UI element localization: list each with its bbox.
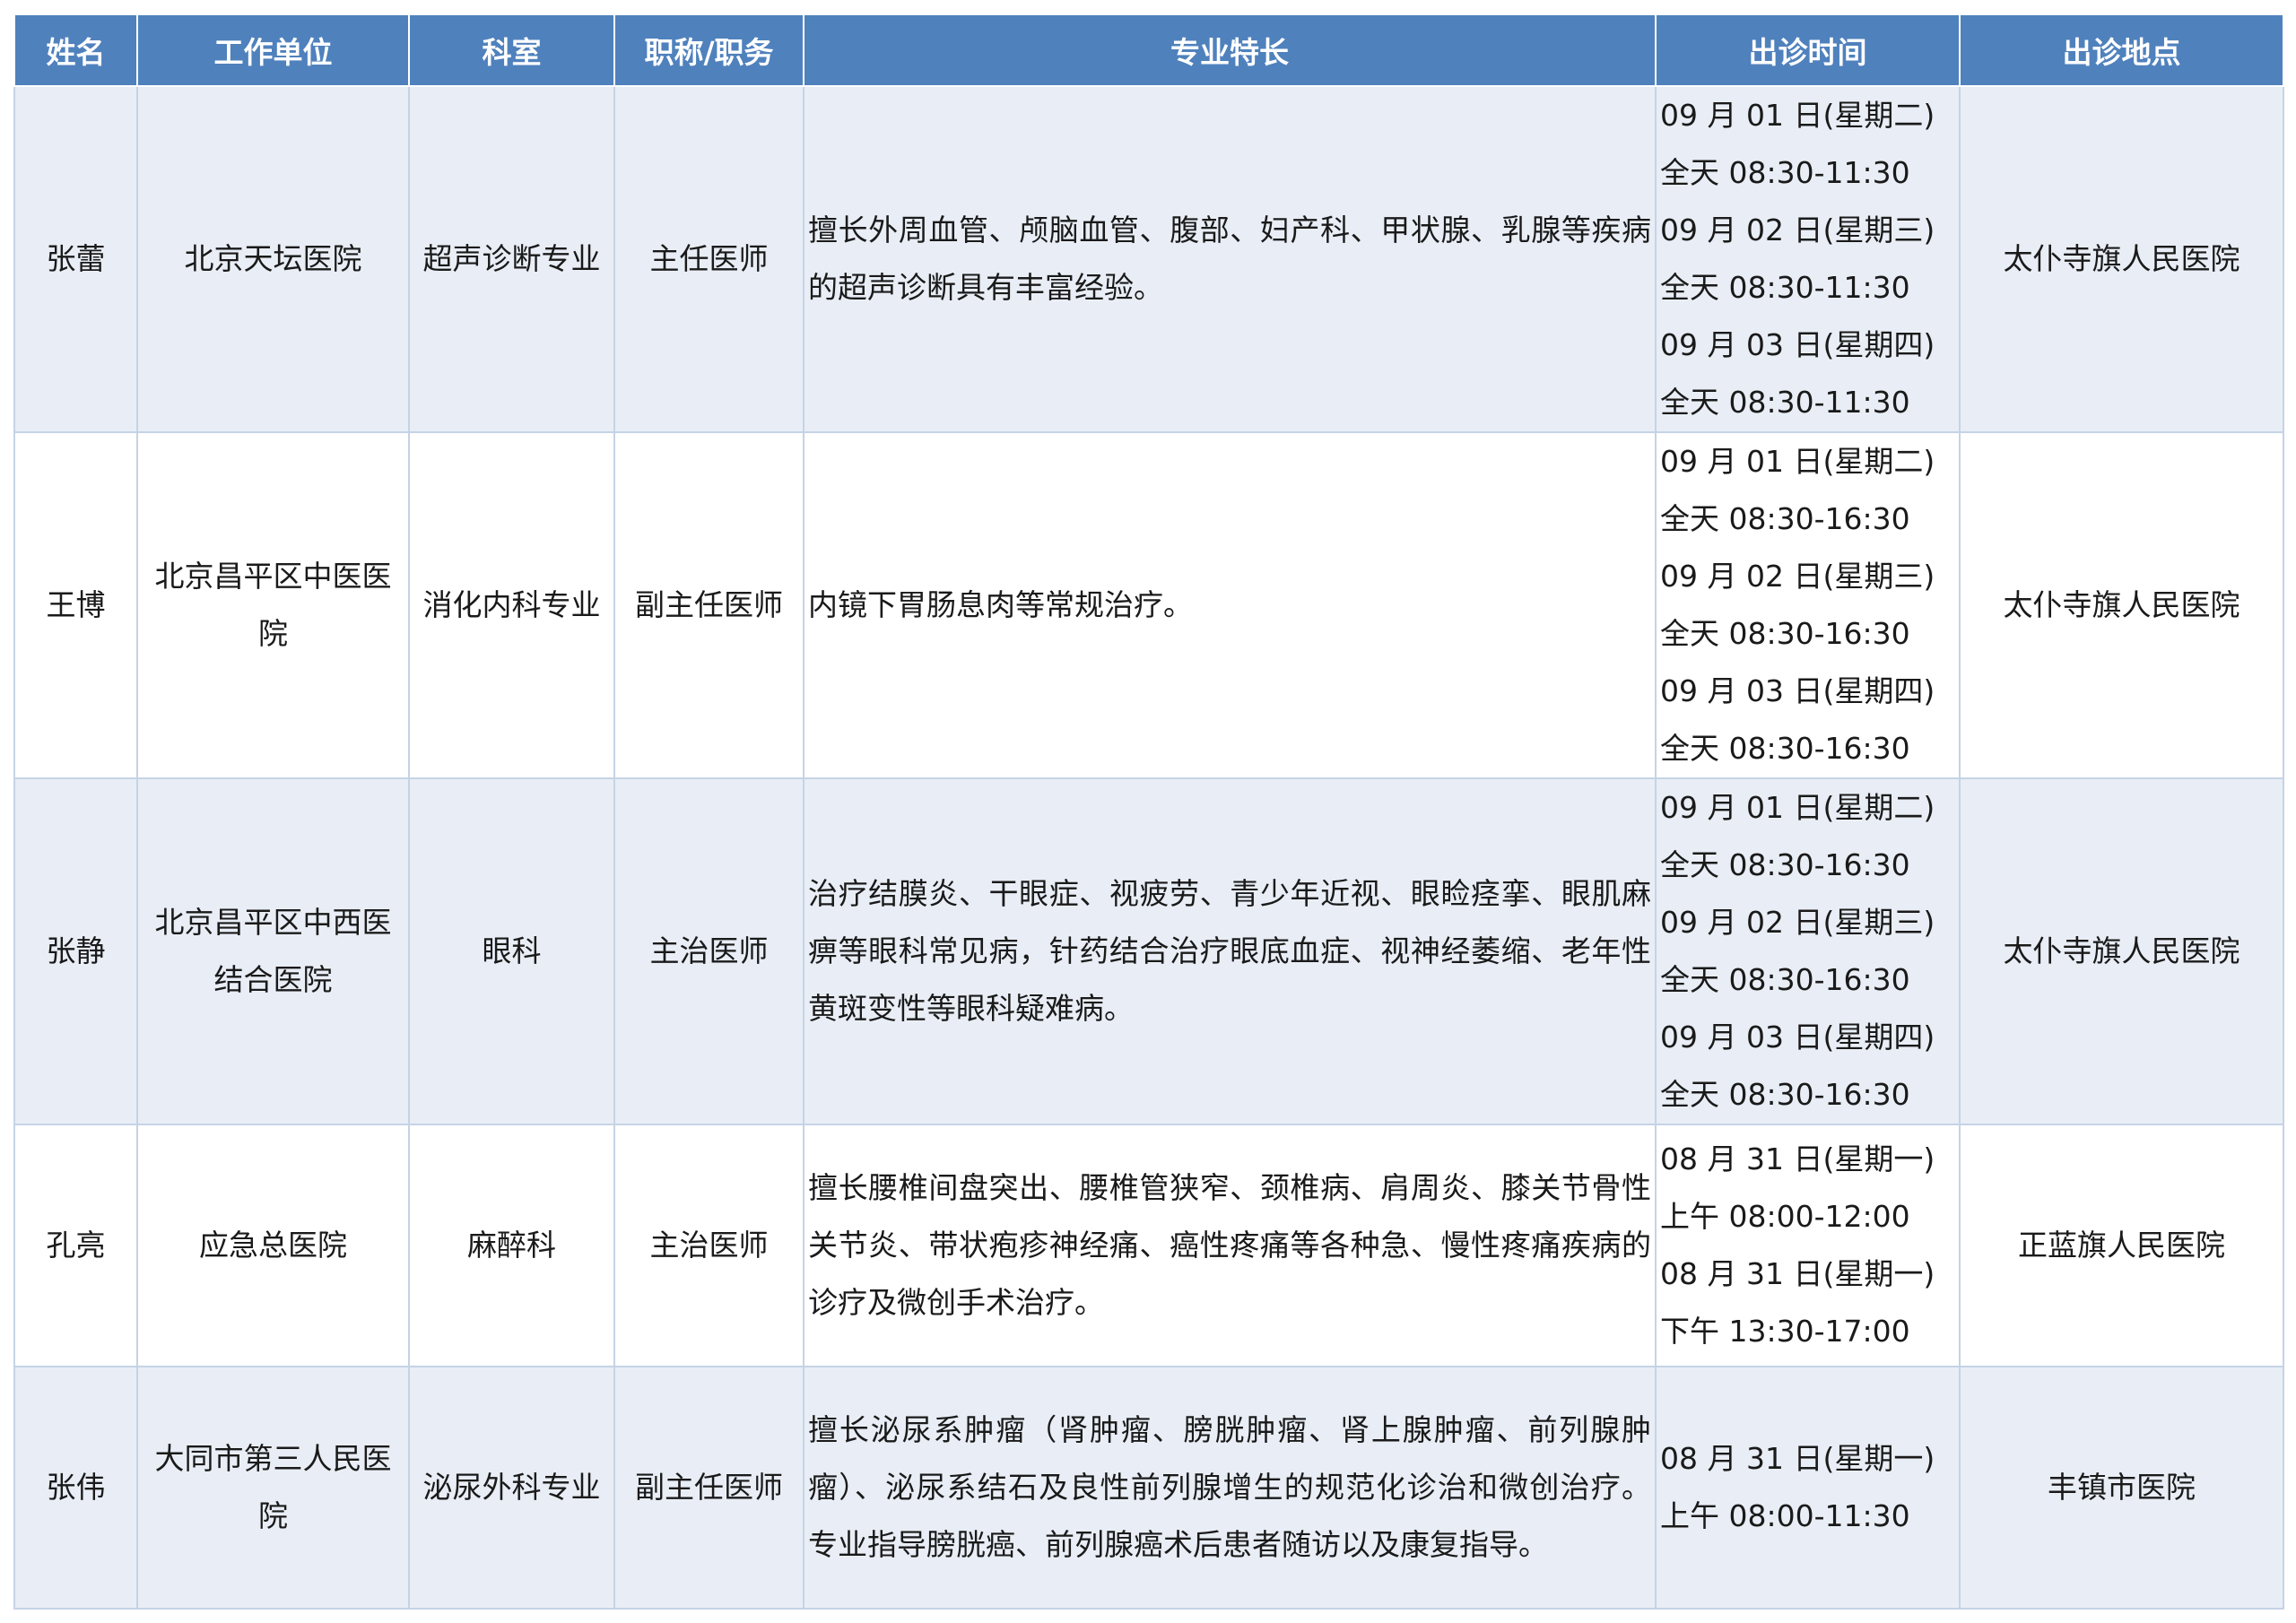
schedule-line: 09 月 03 日(星期四) — [1660, 1020, 1935, 1055]
cell-schedule: 09 月 01 日(星期二) 全天 08:30-16:30 09 月 02 日(… — [1655, 777, 1961, 1125]
table-row: 张蕾 北京天坛医院 超声诊断专业 主任医师 擅长外周血管、颅脑血管、腹部、妇产科… — [13, 85, 2284, 433]
schedule-line: 上午 08:00-11:30 — [1660, 1498, 1910, 1533]
cell-name: 王博 — [13, 431, 138, 779]
schedule-line: 全天 08:30-16:30 — [1660, 962, 1910, 997]
cell-schedule: 08 月 31 日(星期一) 上午 08:00-12:00 08 月 31 日(… — [1655, 1124, 1961, 1367]
header-place: 出诊地点 — [1959, 13, 2284, 87]
cell-specialty: 擅长腰椎间盘突出、腰椎管狭窄、颈椎病、肩周炎、膝关节骨性关节炎、带状疱疹神经痛、… — [803, 1124, 1657, 1367]
cell-name: 张蕾 — [13, 85, 138, 433]
cell-unit: 大同市第三人民医院 — [136, 1366, 410, 1610]
cell-place: 太仆寺旗人民医院 — [1959, 431, 2284, 779]
schedule-line: 09 月 03 日(星期四) — [1660, 673, 1935, 708]
cell-dept: 消化内科专业 — [408, 431, 615, 779]
cell-specialty: 擅长外周血管、颅脑血管、腹部、妇产科、甲状腺、乳腺等疾病的超声诊断具有丰富经验。 — [803, 85, 1657, 433]
cell-place: 正蓝旗人民医院 — [1959, 1124, 2284, 1367]
schedule-line: 全天 08:30-16:30 — [1660, 616, 1910, 651]
cell-dept: 泌尿外科专业 — [408, 1366, 615, 1610]
cell-dept: 麻醉科 — [408, 1124, 615, 1367]
table-row: 孔亮 应急总医院 麻醉科 主治医师 擅长腰椎间盘突出、腰椎管狭窄、颈椎病、肩周炎… — [13, 1124, 2284, 1367]
schedule-line: 09 月 01 日(星期二) — [1660, 444, 1935, 479]
cell-dept: 眼科 — [408, 777, 615, 1125]
schedule-line: 08 月 31 日(星期一) — [1660, 1256, 1935, 1291]
cell-name: 张静 — [13, 777, 138, 1125]
cell-unit: 北京昌平区中西医结合医院 — [136, 777, 410, 1125]
schedule-line: 全天 08:30-11:30 — [1660, 385, 1910, 420]
header-name: 姓名 — [13, 13, 138, 87]
header-time: 出诊时间 — [1655, 13, 1961, 87]
header-dept: 科室 — [408, 13, 615, 87]
schedule-line: 09 月 01 日(星期二) — [1660, 790, 1935, 825]
cell-unit: 应急总医院 — [136, 1124, 410, 1367]
schedule-line: 09 月 02 日(星期三) — [1660, 559, 1935, 594]
cell-name: 张伟 — [13, 1366, 138, 1610]
schedule-line: 09 月 02 日(星期三) — [1660, 213, 1935, 247]
header-unit: 工作单位 — [136, 13, 410, 87]
cell-title: 主治医师 — [613, 777, 804, 1125]
cell-title: 主治医师 — [613, 1124, 804, 1367]
cell-schedule: 09 月 01 日(星期二) 全天 08:30-16:30 09 月 02 日(… — [1655, 431, 1961, 779]
cell-title: 主任医师 — [613, 85, 804, 433]
header-title: 职称/职务 — [613, 13, 804, 87]
cell-place: 太仆寺旗人民医院 — [1959, 777, 2284, 1125]
schedule-line: 上午 08:00-12:00 — [1660, 1199, 1910, 1234]
schedule-line: 09 月 02 日(星期三) — [1660, 905, 1935, 940]
schedule-line: 全天 08:30-16:30 — [1660, 847, 1910, 882]
schedule-line: 全天 08:30-16:30 — [1660, 1077, 1910, 1112]
cell-specialty: 擅长泌尿系肿瘤（肾肿瘤、膀胱肿瘤、肾上腺肿瘤、前列腺肿瘤）、泌尿系结石及良性前列… — [803, 1366, 1657, 1610]
table-row: 张静 北京昌平区中西医结合医院 眼科 主治医师 治疗结膜炎、干眼症、视疲劳、青少… — [13, 777, 2284, 1125]
cell-unit: 北京昌平区中医医院 — [136, 431, 410, 779]
cell-specialty: 治疗结膜炎、干眼症、视疲劳、青少年近视、眼睑痉挛、眼肌麻痹等眼科常见病，针药结合… — [803, 777, 1657, 1125]
schedule-line: 08 月 31 日(星期一) — [1660, 1141, 1935, 1176]
table-row: 王博 北京昌平区中医医院 消化内科专业 副主任医师 内镜下胃肠息肉等常规治疗。 … — [13, 431, 2284, 779]
cell-place: 太仆寺旗人民医院 — [1959, 85, 2284, 433]
schedule-line: 全天 08:30-16:30 — [1660, 731, 1910, 766]
cell-schedule: 09 月 01 日(星期二) 全天 08:30-11:30 09 月 02 日(… — [1655, 85, 1961, 433]
cell-title: 副主任医师 — [613, 1366, 804, 1610]
header-specialty: 专业特长 — [803, 13, 1657, 87]
schedule-table-container: 姓名 工作单位 科室 职称/职务 专业特长 出诊时间 出诊地点 张蕾 北京天坛医… — [13, 13, 2284, 1611]
schedule-line: 09 月 03 日(星期四) — [1660, 327, 1935, 362]
table-row: 张伟 大同市第三人民医院 泌尿外科专业 副主任医师 擅长泌尿系肿瘤（肾肿瘤、膀胱… — [13, 1366, 2284, 1610]
schedule-line: 全天 08:30-11:30 — [1660, 270, 1910, 305]
cell-title: 副主任医师 — [613, 431, 804, 779]
cell-dept: 超声诊断专业 — [408, 85, 615, 433]
schedule-line: 09 月 01 日(星期二) — [1660, 98, 1935, 133]
doctor-schedule-table: 姓名 工作单位 科室 职称/职务 专业特长 出诊时间 出诊地点 张蕾 北京天坛医… — [13, 13, 2284, 1610]
cell-place: 丰镇市医院 — [1959, 1366, 2284, 1610]
cell-schedule: 08 月 31 日(星期一) 上午 08:00-11:30 — [1655, 1366, 1961, 1610]
cell-name: 孔亮 — [13, 1124, 138, 1367]
schedule-line: 下午 13:30-17:00 — [1660, 1314, 1910, 1349]
cell-specialty: 内镜下胃肠息肉等常规治疗。 — [803, 431, 1657, 779]
schedule-line: 全天 08:30-16:30 — [1660, 501, 1910, 536]
schedule-line: 全天 08:30-11:30 — [1660, 155, 1910, 190]
header-row: 姓名 工作单位 科室 职称/职务 专业特长 出诊时间 出诊地点 — [13, 13, 2284, 87]
cell-unit: 北京天坛医院 — [136, 85, 410, 433]
schedule-line: 08 月 31 日(星期一) — [1660, 1441, 1935, 1476]
